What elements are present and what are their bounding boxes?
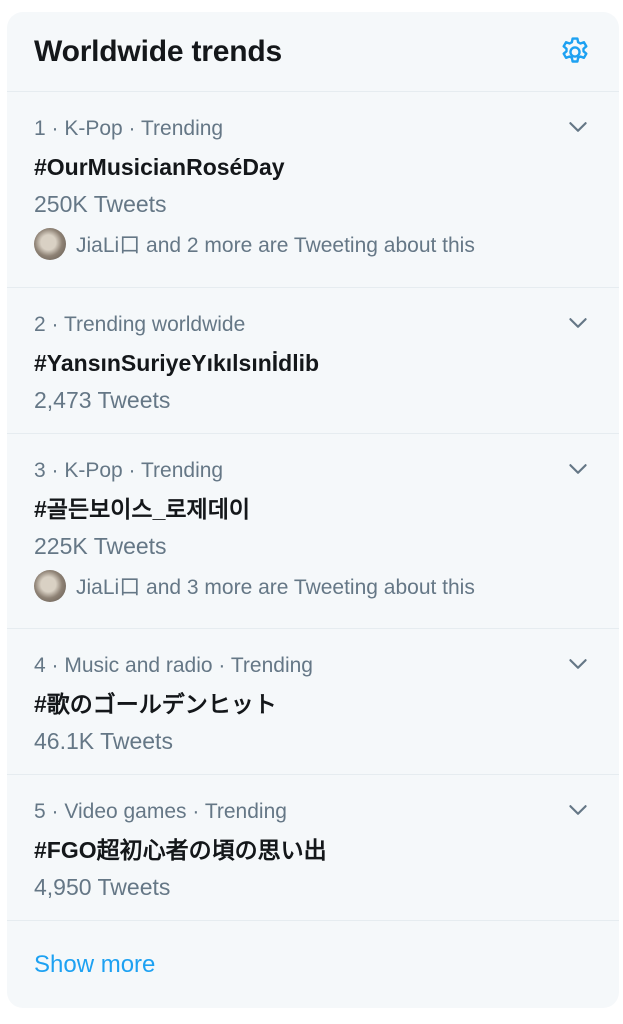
chevron-down-icon[interactable] (565, 456, 591, 482)
trend-meta: 2 · Trending worldwide (34, 313, 246, 336)
trend-social-context: JiaLi口 and 3 more are Tweeting about thi… (34, 570, 592, 602)
trend-count: 225K Tweets (34, 533, 167, 559)
avatar (34, 228, 66, 260)
trend-count: 46.1K Tweets (34, 728, 173, 754)
trend-item-1[interactable]: 1 · K-Pop · Trending #OurMusicianRoséDay… (7, 92, 619, 288)
trends-header: Worldwide trends (7, 12, 619, 92)
trend-count: 250K Tweets (34, 191, 167, 217)
trend-meta: 5 · Video games · Trending (34, 800, 287, 823)
social-context-text: JiaLi口 and 3 more are Tweeting about thi… (76, 576, 475, 599)
gear-icon[interactable] (558, 35, 592, 69)
show-more-link[interactable]: Show more (7, 921, 619, 1008)
trend-name: #FGO超初心者の頃の思い出 (34, 837, 327, 863)
trend-meta: 4 · Music and radio · Trending (34, 654, 313, 677)
chevron-down-icon[interactable] (565, 651, 591, 677)
trend-count: 4,950 Tweets (34, 874, 171, 900)
trend-name: #YansınSuriyeYıkılsınİdlib (34, 350, 320, 376)
trends-panel: Worldwide trends 1 · K-Pop · Trending #O… (7, 12, 619, 1008)
trend-name: #골든보이스_로제데이 (34, 496, 251, 522)
trend-count: 2,473 Tweets (34, 387, 171, 413)
trend-name: #歌のゴールデンヒット (34, 691, 277, 717)
trend-item-2[interactable]: 2 · Trending worldwide #YansınSuriyeYıkı… (7, 288, 619, 434)
avatar (34, 570, 66, 602)
trend-item-3[interactable]: 3 · K-Pop · Trending #골든보이스_로제데이 225K Tw… (7, 434, 619, 629)
trend-name: #OurMusicianRoséDay (34, 154, 285, 180)
trend-item-4[interactable]: 4 · Music and radio · Trending #歌のゴールデンヒ… (7, 629, 619, 775)
trends-title: Worldwide trends (34, 34, 282, 68)
trend-social-context: JiaLi口 and 2 more are Tweeting about thi… (34, 228, 592, 260)
chevron-down-icon[interactable] (565, 797, 591, 823)
trend-meta: 1 · K-Pop · Trending (34, 117, 224, 140)
social-context-text: JiaLi口 and 2 more are Tweeting about thi… (76, 234, 475, 257)
chevron-down-icon[interactable] (565, 114, 591, 140)
chevron-down-icon[interactable] (565, 310, 591, 336)
trend-meta: 3 · K-Pop · Trending (34, 459, 224, 482)
trend-item-5[interactable]: 5 · Video games · Trending #FGO超初心者の頃の思い… (7, 775, 619, 921)
